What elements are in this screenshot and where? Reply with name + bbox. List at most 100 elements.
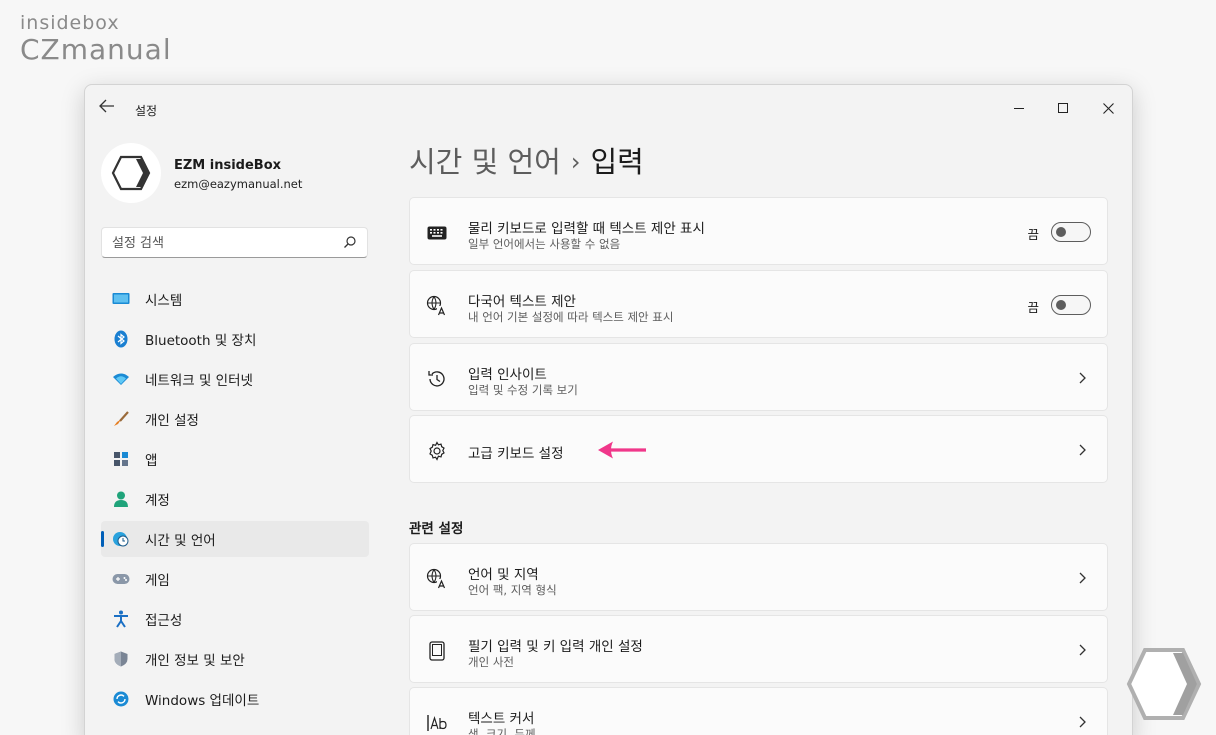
sidebar-item-accessibility[interactable]: 접근성 <box>101 601 369 637</box>
close-icon <box>1102 102 1114 114</box>
card-subtitle: 색, 크기, 두께 <box>468 727 536 735</box>
language-icon <box>426 568 448 590</box>
maximize-button[interactable] <box>1043 93 1083 123</box>
card-subtitle: 입력 및 수정 기록 보기 <box>468 383 578 397</box>
sidebar-item-system[interactable]: 시스템 <box>101 281 369 317</box>
physical-keyboard-suggestions-toggle[interactable] <box>1051 222 1091 242</box>
sidebar-nav: 시스템 Bluetooth 및 장치 네트워크 및 인터넷 개인 설정 앱 계정… <box>101 281 369 721</box>
card-subtitle: 언어 팩, 지역 형식 <box>468 583 557 597</box>
sidebar-item-label: 계정 <box>145 493 170 509</box>
globe-clock-icon <box>112 530 130 548</box>
breadcrumb: 시간 및 언어 › 입력 <box>409 139 644 181</box>
related-settings-heading: 관련 설정 <box>409 521 464 537</box>
chevron-right-icon <box>1079 372 1086 384</box>
setting-card-typing-insights[interactable]: 입력 인사이트 입력 및 수정 기록 보기 <box>409 343 1108 411</box>
chevron-right-icon <box>1079 644 1086 656</box>
text-cursor-icon <box>426 712 448 734</box>
card-title: 고급 키보드 설정 <box>468 446 564 462</box>
sidebar-item-label: 접근성 <box>145 613 183 629</box>
sidebar-item-time-language[interactable]: 시간 및 언어 <box>101 521 369 557</box>
brush-icon <box>112 410 130 428</box>
toggle-state-label: 끔 <box>1027 300 1039 315</box>
sidebar-item-label: 시간 및 언어 <box>145 533 216 549</box>
sidebar-item-label: Bluetooth 및 장치 <box>145 333 257 349</box>
toggle-knob <box>1056 227 1066 237</box>
gamepad-icon <box>112 570 130 588</box>
gear-icon <box>426 440 448 462</box>
setting-card-text-cursor[interactable]: 텍스트 커서 색, 크기, 두께 <box>409 687 1108 735</box>
breadcrumb-separator: › <box>570 148 581 176</box>
tablet-icon <box>426 640 448 662</box>
annotation-arrow-icon <box>598 441 646 459</box>
keyboard-icon <box>426 222 448 244</box>
search-input[interactable] <box>112 234 332 252</box>
sidebar-item-label: 네트워크 및 인터넷 <box>145 373 253 389</box>
setting-card-advanced-keyboard[interactable]: 고급 키보드 설정 <box>409 415 1108 483</box>
multilingual-suggestions-toggle[interactable] <box>1051 295 1091 315</box>
user-name: EZM insideBox <box>174 158 282 173</box>
card-title: 물리 키보드로 입력할 때 텍스트 제안 표시 <box>468 221 705 237</box>
page-title: 입력 <box>590 145 644 179</box>
person-icon <box>112 490 130 508</box>
back-arrow-icon <box>99 99 114 113</box>
monitor-icon <box>112 290 130 308</box>
chevron-right-icon <box>1079 444 1086 456</box>
setting-card-multilingual-suggestions: 다국어 텍스트 제안 내 언어 기본 설정에 따라 텍스트 제안 표시 끔 <box>409 270 1108 338</box>
wifi-icon <box>112 370 130 388</box>
card-title: 다국어 텍스트 제안 <box>468 294 576 310</box>
settings-search[interactable] <box>101 227 368 258</box>
card-title: 언어 및 지역 <box>468 567 539 583</box>
title-bar: 설정 <box>85 85 1132 129</box>
card-title: 입력 인사이트 <box>468 367 547 383</box>
sidebar-item-label: 앱 <box>145 453 158 469</box>
accessibility-icon <box>112 610 130 628</box>
close-button[interactable] <box>1088 93 1128 123</box>
sidebar-item-bluetooth[interactable]: Bluetooth 및 장치 <box>101 321 369 357</box>
sidebar-item-label: 게임 <box>145 573 170 589</box>
shield-icon <box>112 650 130 668</box>
language-icon <box>426 295 448 317</box>
sidebar-item-network[interactable]: 네트워크 및 인터넷 <box>101 361 369 397</box>
card-subtitle: 내 언어 기본 설정에 따라 텍스트 제안 표시 <box>468 310 674 324</box>
user-email: ezm@eazymanual.net <box>174 177 303 191</box>
setting-card-language-region[interactable]: 언어 및 지역 언어 팩, 지역 형식 <box>409 543 1108 611</box>
card-subtitle: 개인 사전 <box>468 655 514 669</box>
watermark-line2: CZmanual <box>20 33 172 66</box>
sidebar-item-label: Windows 업데이트 <box>145 693 260 709</box>
sidebar-item-accounts[interactable]: 계정 <box>101 481 369 517</box>
card-subtitle: 일부 언어에서는 사용할 수 없음 <box>468 237 621 251</box>
update-icon <box>112 690 130 708</box>
maximize-icon <box>1058 103 1068 113</box>
app-title: 설정 <box>135 104 158 118</box>
sidebar-item-apps[interactable]: 앱 <box>101 441 369 477</box>
sidebar-item-label: 개인 설정 <box>145 413 199 429</box>
toggle-knob <box>1056 300 1066 310</box>
sidebar-item-gaming[interactable]: 게임 <box>101 561 369 597</box>
search-icon <box>344 236 356 248</box>
setting-card-physical-keyboard-suggestions: 물리 키보드로 입력할 때 텍스트 제안 표시 일부 언어에서는 사용할 수 없… <box>409 197 1108 265</box>
minimize-icon <box>1014 107 1024 109</box>
toggle-state-label: 끔 <box>1027 227 1039 242</box>
sidebar-item-label: 시스템 <box>145 293 183 309</box>
card-title: 필기 입력 및 키 입력 개인 설정 <box>468 639 643 655</box>
back-button[interactable] <box>99 99 117 115</box>
minimize-button[interactable] <box>999 93 1039 123</box>
sidebar-item-windows-update[interactable]: Windows 업데이트 <box>101 681 369 717</box>
watermark-logo: insidebox CZmanual <box>20 12 172 66</box>
history-icon <box>426 368 448 390</box>
watermark-line1: insidebox <box>20 12 120 34</box>
chevron-right-icon <box>1079 716 1086 728</box>
settings-window: 설정 EZM insideBox ezm@eazymanual.net 시스템 … <box>84 84 1133 735</box>
sidebar-item-personalization[interactable]: 개인 설정 <box>101 401 369 437</box>
chevron-right-icon <box>1079 572 1086 584</box>
sidebar-item-privacy[interactable]: 개인 정보 및 보안 <box>101 641 369 677</box>
sidebar-item-label: 개인 정보 및 보안 <box>145 653 245 669</box>
breadcrumb-parent[interactable]: 시간 및 언어 <box>409 145 561 179</box>
corner-hexagon-logo-icon <box>1126 648 1202 720</box>
card-title: 텍스트 커서 <box>468 711 535 727</box>
bluetooth-icon <box>112 330 130 348</box>
setting-card-handwriting-typing[interactable]: 필기 입력 및 키 입력 개인 설정 개인 사전 <box>409 615 1108 683</box>
apps-icon <box>112 450 130 468</box>
hexagon-logo-icon <box>111 155 151 191</box>
avatar <box>101 143 161 203</box>
